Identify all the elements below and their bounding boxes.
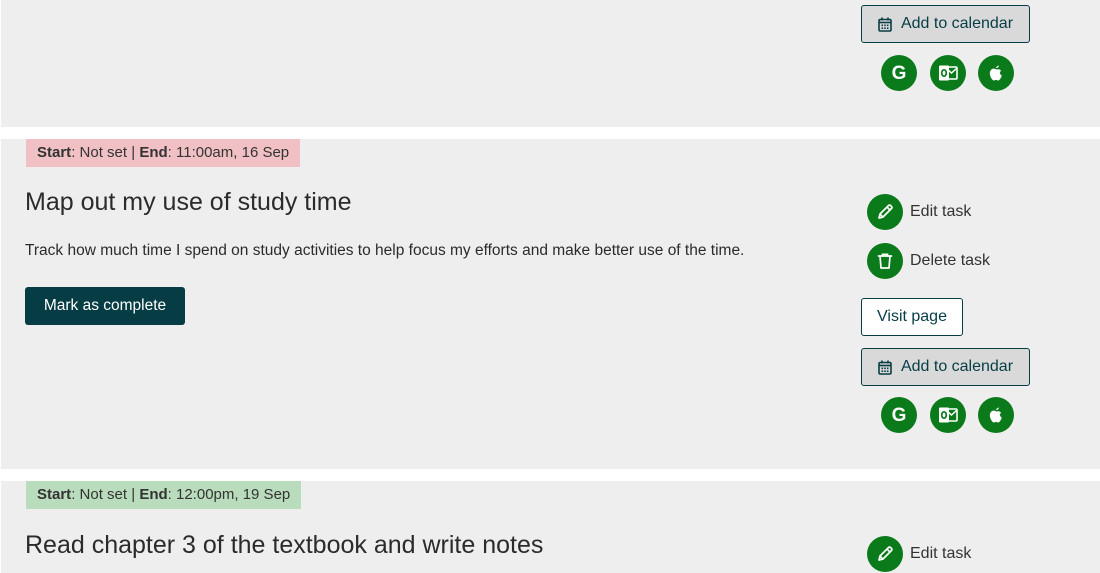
delete-task-label: Delete task — [910, 252, 991, 269]
delete-task-button[interactable]: Delete task — [867, 243, 990, 279]
end-value: 12:00pm, 19 Sep — [176, 486, 291, 503]
calendar-icon — [878, 360, 892, 375]
task-card: Start: Not set | End: 11:00am, 16 Sep Ma… — [1, 139, 1100, 469]
task-title: Read chapter 3 of the textbook and write… — [25, 531, 544, 559]
end-label: End — [139, 144, 168, 161]
date-separator: | — [131, 144, 136, 161]
task-description: Track how much time I spend on study act… — [25, 242, 745, 259]
trash-icon — [867, 243, 903, 279]
edit-task-button[interactable]: Edit task — [867, 194, 971, 230]
task-card: Add to calendar G — [1, 0, 1100, 127]
start-value: Not set — [79, 144, 128, 161]
end-label: End — [139, 486, 168, 503]
date-separator: | — [131, 486, 136, 503]
start-value: Not set — [79, 486, 128, 503]
end-value: 11:00am, 16 Sep — [176, 144, 290, 161]
calendar-links: G — [881, 55, 1014, 91]
task-card: Start: Not set | End: 12:00pm, 19 Sep Re… — [1, 481, 1100, 573]
calendar-links: G — [881, 397, 1014, 433]
edit-task-button[interactable]: Edit task — [867, 536, 971, 572]
task-dates-badge: Start: Not set | End: 12:00pm, 19 Sep — [26, 481, 302, 509]
apple-icon[interactable] — [978, 55, 1014, 91]
outlook-icon[interactable] — [929, 397, 966, 433]
add-to-calendar-label: Add to calendar — [900, 15, 1014, 32]
add-to-calendar-button[interactable]: Add to calendar — [861, 348, 1030, 386]
pencil-icon — [867, 194, 903, 230]
task-title: Map out my use of study time — [25, 188, 352, 216]
google-calendar-icon[interactable]: G — [881, 55, 917, 91]
start-label: Start — [37, 486, 72, 503]
add-to-calendar-label: Add to calendar — [900, 358, 1014, 375]
apple-icon[interactable] — [978, 397, 1014, 433]
edit-task-label: Edit task — [910, 203, 972, 220]
calendar-icon — [878, 17, 892, 32]
visit-page-button[interactable]: Visit page — [861, 298, 963, 336]
add-to-calendar-button[interactable]: Add to calendar — [861, 5, 1030, 43]
google-calendar-icon[interactable]: G — [881, 397, 917, 433]
outlook-icon[interactable] — [929, 55, 966, 91]
mark-complete-button[interactable]: Mark as complete — [25, 287, 185, 325]
pencil-icon — [867, 536, 903, 572]
task-dates-badge: Start: Not set | End: 11:00am, 16 Sep — [26, 139, 301, 167]
start-label: Start — [37, 144, 72, 161]
edit-task-label: Edit task — [910, 545, 972, 562]
